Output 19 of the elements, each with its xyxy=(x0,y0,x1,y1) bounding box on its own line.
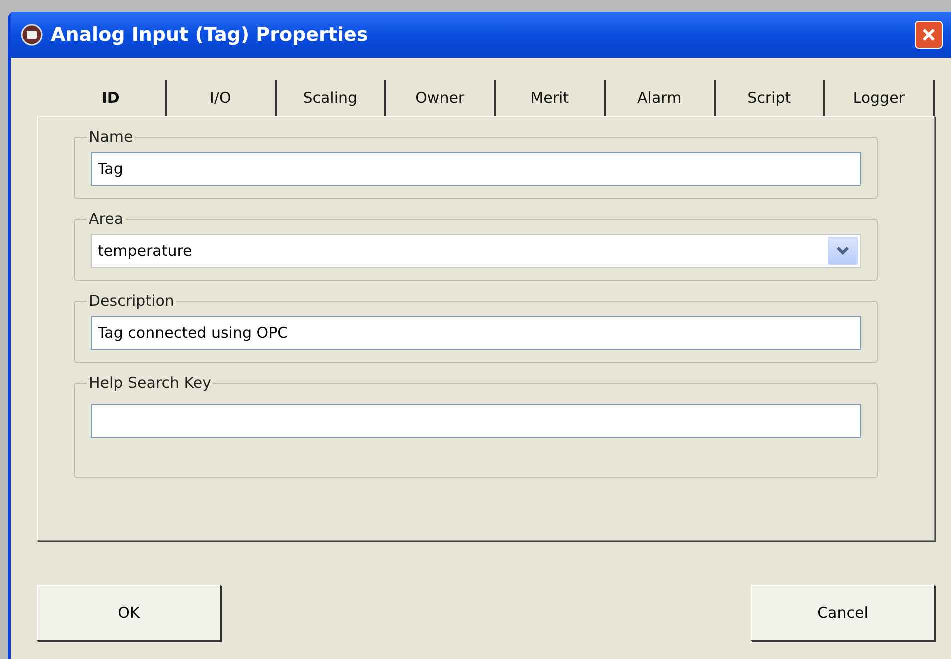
close-icon[interactable] xyxy=(921,27,937,43)
tab[interactable]: Logger xyxy=(825,80,935,116)
tab[interactable]: Scaling xyxy=(276,80,386,116)
app-icon xyxy=(21,24,43,46)
window-title: Analog Input (Tag) Properties xyxy=(51,22,370,48)
dialog-button[interactable]: Cancel xyxy=(751,585,935,641)
dialog-button[interactable]: OK xyxy=(37,585,221,641)
group-label: Help Search Key xyxy=(87,374,214,392)
tab[interactable]: Merit xyxy=(496,80,606,116)
tab[interactable]: I/O xyxy=(166,80,276,116)
input-field[interactable]: Tag connected using OPC xyxy=(91,316,861,350)
group-label: Description xyxy=(87,292,176,310)
input-field[interactable]: Tag xyxy=(91,152,861,186)
tab[interactable]: Owner xyxy=(386,80,496,116)
tab[interactable]: Alarm xyxy=(606,80,716,116)
tab[interactable]: Script xyxy=(716,80,826,116)
close-button[interactable] xyxy=(915,21,943,49)
input-field[interactable] xyxy=(91,404,861,438)
dropdown[interactable]: temperature xyxy=(91,234,861,268)
